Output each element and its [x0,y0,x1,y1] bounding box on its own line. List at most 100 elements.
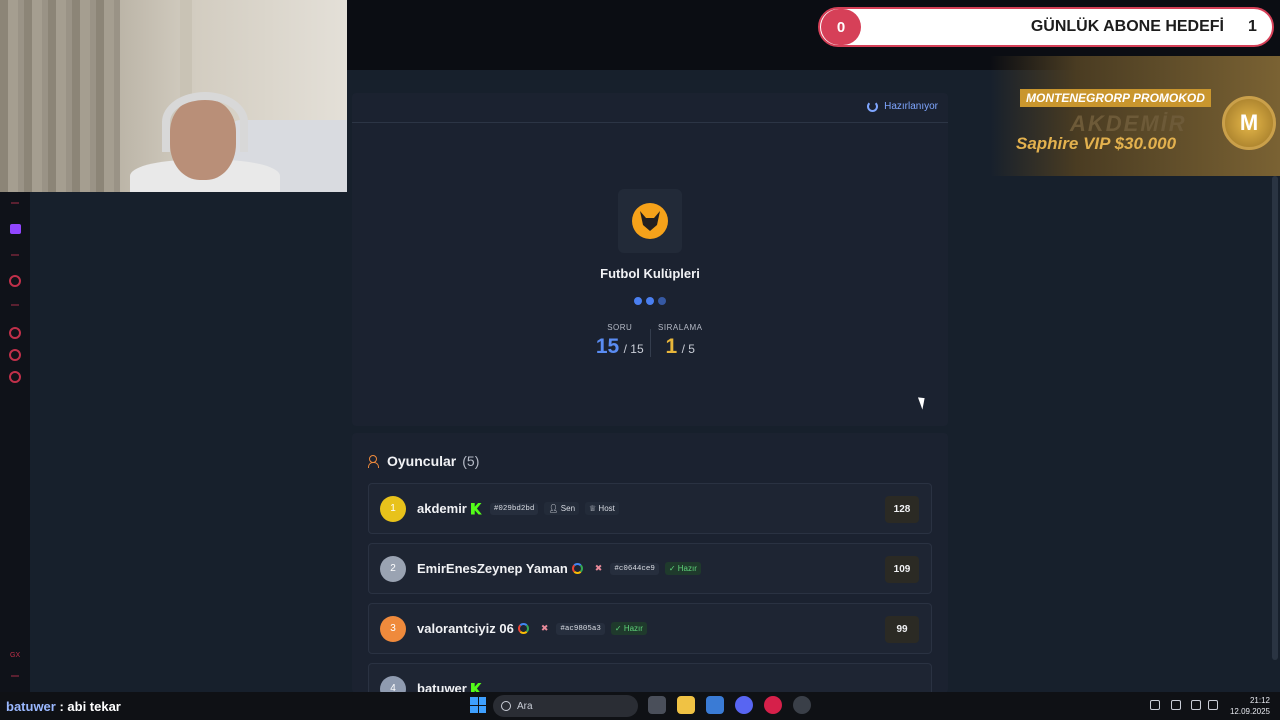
search-icon [501,701,511,711]
rank-badge: 3 [380,615,406,642]
sub-goal-current: 0 [821,9,861,45]
player-hash: #c0644ce9 [610,562,659,575]
category-title: Futbol Kulüpleri [600,266,700,281]
wolf-crest-icon [632,203,668,239]
sidebar-divider [11,202,19,204]
taskbar: batuwer : abi tekar Ara 21:12 12.09.2025 [0,692,1280,720]
category-icon [618,189,682,253]
sidebar-divider [11,304,19,306]
search-placeholder: Ara [517,700,533,712]
app-icon[interactable] [706,696,724,714]
webcam-feed [0,0,347,192]
player-row[interactable]: 1 akdemir #029bd2bd 👤︎ Sen ♕ Host 128 [368,483,932,534]
opera-gx-icon[interactable] [764,696,782,714]
users-icon [368,454,381,468]
task-view-icon[interactable] [648,696,666,714]
player-row[interactable]: 2 EmirEnesZeynep Yaman ✖ #c0644ce9 ✓ Haz… [368,543,932,594]
page-scrollbar[interactable] [1272,176,1278,660]
you-label: Sen [560,504,576,513]
browser-sidebar [0,192,30,692]
chat-message: : abi tekar [55,699,121,714]
chat-username: batuwer [6,699,56,714]
players-header: Oyuncular (5) [368,453,479,469]
loading-dot [658,297,666,305]
user-remove-icon[interactable]: ✖ [595,563,603,574]
game-card: Hazırlanıyor Futbol Kulüpleri SORU 15 / … [352,93,948,426]
discord-icon[interactable] [735,696,753,714]
you-badge: 👤︎ Sen [544,502,580,515]
twitch-icon[interactable] [10,224,21,234]
extensions-icon[interactable] [9,349,21,361]
clock-time: 21:12 [1249,696,1270,705]
player-name: akdemir [417,501,467,516]
taskbar-search[interactable]: Ara [493,695,638,717]
loading-dot [646,297,654,305]
rank-total: / 5 [681,342,695,356]
gx-logo: GX [10,652,21,659]
host-badge: ♕ Host [585,502,619,515]
microphone-icon[interactable] [1171,700,1181,710]
rank-badge: 4 [380,675,406,693]
promo-banner: MONTENEGRORP PROMOKOD AKDEMİR Saphire VI… [990,56,1280,176]
kick-icon [470,502,482,515]
tray-chevron-icon[interactable] [1150,700,1160,710]
sub-goal-title: GÜNLÜK ABONE HEDEFİ [1030,18,1224,35]
history-icon[interactable] [9,327,21,339]
rank-badge: 2 [380,555,406,582]
sub-goal-widget: 0 GÜNLÜK ABONE HEDEFİ 1 [818,7,1274,47]
question-stat: SORU 15 / 15 [590,323,650,359]
question-label: SORU [607,323,633,332]
ready-badge: ✓ Hazır [664,562,701,575]
rank-badge: 1 [380,495,406,522]
google-icon [517,623,529,634]
volume-icon[interactable] [1208,700,1218,710]
clock[interactable]: 21:12 12.09.2025 [1230,695,1270,717]
ready-label: Hazır [623,624,643,633]
player-row[interactable]: 3 valorantciyiz 06 ✖ #ac9805a3 ✓ Hazır 9… [368,603,932,654]
game-stats: SORU 15 / 15 SIRALAMA 1 / 5 [590,323,710,359]
players-title: Oyuncular [387,453,457,469]
sidebar-divider [11,254,19,256]
player-name: EmirEnesZeynep Yaman [417,561,568,576]
ready-badge: ✓ Hazır [610,622,647,635]
host-label: Host [598,504,615,513]
google-icon [571,563,583,574]
players-count: (5) [462,453,480,469]
rank-stat: SIRALAMA 1 / 5 [651,323,711,359]
question-total: / 15 [623,342,644,356]
loading-spinner-icon [867,101,879,112]
promo-logo: M [1222,96,1276,150]
rank-label: SIRALAMA [658,323,703,332]
player-name: valorantciyiz 06 [417,621,514,636]
player-score: 109 [885,556,919,583]
clock-date: 12.09.2025 [1229,707,1270,716]
status-indicator: Hazırlanıyor [867,101,938,112]
card-divider [352,122,948,123]
app-icon[interactable] [793,696,811,714]
players-card: Oyuncular (5) 1 akdemir #029bd2bd 👤︎ Sen… [352,433,948,693]
windows-start-icon[interactable] [470,697,486,713]
player-icon[interactable] [9,275,21,287]
more-icon[interactable] [11,675,19,677]
player-row[interactable]: 4 batuwer [368,663,932,693]
curtain [0,0,120,192]
ready-label: Hazır [677,564,697,573]
user-remove-icon[interactable]: ✖ [541,623,549,634]
player-hash: #029bd2bd [489,502,539,515]
file-explorer-icon[interactable] [677,696,695,714]
player-hash: #ac9805a3 [556,622,605,635]
network-icon[interactable] [1191,700,1201,710]
promo-title: MONTENEGRORP PROMOKOD [1020,89,1211,107]
question-current: 15 [595,335,620,358]
loading-dots [634,297,666,305]
promo-vip: Saphire VIP $30.000 [1016,134,1177,153]
headset [162,92,248,152]
sub-goal-target: 1 [1248,18,1257,35]
status-text: Hazırlanıyor [884,101,938,112]
chat-overlay: batuwer : abi tekar [6,699,121,714]
rank-current: 1 [665,335,678,358]
settings-icon[interactable] [9,371,21,383]
player-score: 128 [885,496,919,523]
player-score: 99 [885,616,919,643]
loading-dot [634,297,642,305]
